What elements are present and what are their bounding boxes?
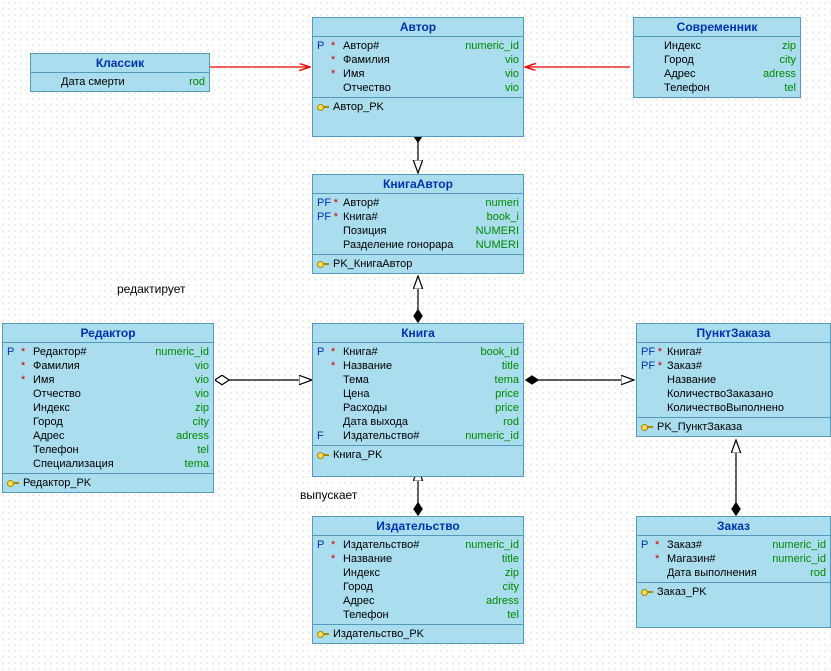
entity-contemp: Современник ИндексzipГородcityАдресadres… xyxy=(633,17,801,98)
label-edit: редактирует xyxy=(115,282,188,296)
attr-row: КоличествоЗаказано xyxy=(641,387,826,401)
entity-author: Автор P*Автор#numeric_id*Фамилияvio*Имяv… xyxy=(312,17,524,137)
attr-row: *Имяvio xyxy=(317,67,519,81)
attr-row: P*Автор#numeric_id xyxy=(317,39,519,53)
attr-row: Отчествоvio xyxy=(7,387,209,401)
key-icon xyxy=(641,423,653,431)
key-icon xyxy=(641,588,653,596)
attr-row: Ценаprice xyxy=(317,387,519,401)
key-icon xyxy=(317,451,329,459)
key-icon xyxy=(317,630,329,638)
key-icon xyxy=(317,103,329,111)
attr-row: Расходыprice xyxy=(317,401,519,415)
attr-row: *Имяvio xyxy=(7,373,209,387)
attr-row: Телефонtel xyxy=(7,443,209,457)
attr-row: P*Редактор#numeric_id xyxy=(7,345,209,359)
entity-publisher: Издательство P*Издательство#numeric_id*Н… xyxy=(312,516,524,644)
attr-row: P*Книга#book_id xyxy=(317,345,519,359)
attr-row: Темаtema xyxy=(317,373,519,387)
attr-row: ПозицияNUMERI xyxy=(317,224,519,238)
label-publish: выпускает xyxy=(298,488,359,502)
entity-order: Заказ P*Заказ#numeric_id*Магазин#numeric… xyxy=(636,516,831,628)
attr-row: Индексzip xyxy=(638,39,796,53)
entity-author-title: Автор xyxy=(313,18,523,37)
key-icon xyxy=(317,260,329,268)
attr-row: Индексzip xyxy=(317,566,519,580)
attr-row: FИздательство#numeric_id xyxy=(317,429,519,443)
attr-row: *Названиеtitle xyxy=(317,552,519,566)
attr-row: КоличествоВыполнено xyxy=(641,401,826,415)
attr-row: P*Заказ#numeric_id xyxy=(641,538,826,552)
attr-row: Адресadress xyxy=(317,594,519,608)
attr-row: P*Издательство#numeric_id xyxy=(317,538,519,552)
entity-classic-title: Классик xyxy=(31,54,209,73)
entity-editor: Редактор P*Редактор#numeric_id*Фамилияvi… xyxy=(2,323,214,493)
attr-row: *Названиеtitle xyxy=(317,359,519,373)
attr-row: PF*Книга#book_i xyxy=(317,210,519,224)
attr-row: Название xyxy=(641,373,826,387)
attr-row: Телефонtel xyxy=(317,608,519,622)
attr-row: PF*Автор#numeri xyxy=(317,196,519,210)
attr-row: Городcity xyxy=(317,580,519,594)
attr-row: Телефонtel xyxy=(638,81,796,95)
attr-row: Специализацияtema xyxy=(7,457,209,471)
entity-classic: Классик Дата смерти rod xyxy=(30,53,210,92)
attr-row: Городcity xyxy=(638,53,796,67)
entity-orderitem: ПунктЗаказа PF*Книга#PF*Заказ#НазваниеКо… xyxy=(636,323,831,437)
attr-row: *Фамилияvio xyxy=(317,53,519,67)
attr-row: PF*Книга# xyxy=(641,345,826,359)
entity-book: Книга P*Книга#book_id*НазваниеtitleТемаt… xyxy=(312,323,524,477)
attr-row: Отчествоvio xyxy=(317,81,519,95)
attr-row: Городcity xyxy=(7,415,209,429)
attr-row: Индексzip xyxy=(7,401,209,415)
attr-row: Дата выполненияrod xyxy=(641,566,826,580)
attr-row: Адресadress xyxy=(7,429,209,443)
attr-row: Адресadress xyxy=(638,67,796,81)
attr-row: *Фамилияvio xyxy=(7,359,209,373)
attr-row: *Магазин#numeric_id xyxy=(641,552,826,566)
attr-row: PF*Заказ# xyxy=(641,359,826,373)
attr-row: Дата выходаrod xyxy=(317,415,519,429)
key-icon xyxy=(7,479,19,487)
attr-row: Дата смерти rod xyxy=(35,75,205,89)
attr-row: Разделение гонорараNUMERI xyxy=(317,238,519,252)
entity-bookauthor: КнигаАвтор PF*Автор#numeriPF*Книга#book_… xyxy=(312,174,524,274)
